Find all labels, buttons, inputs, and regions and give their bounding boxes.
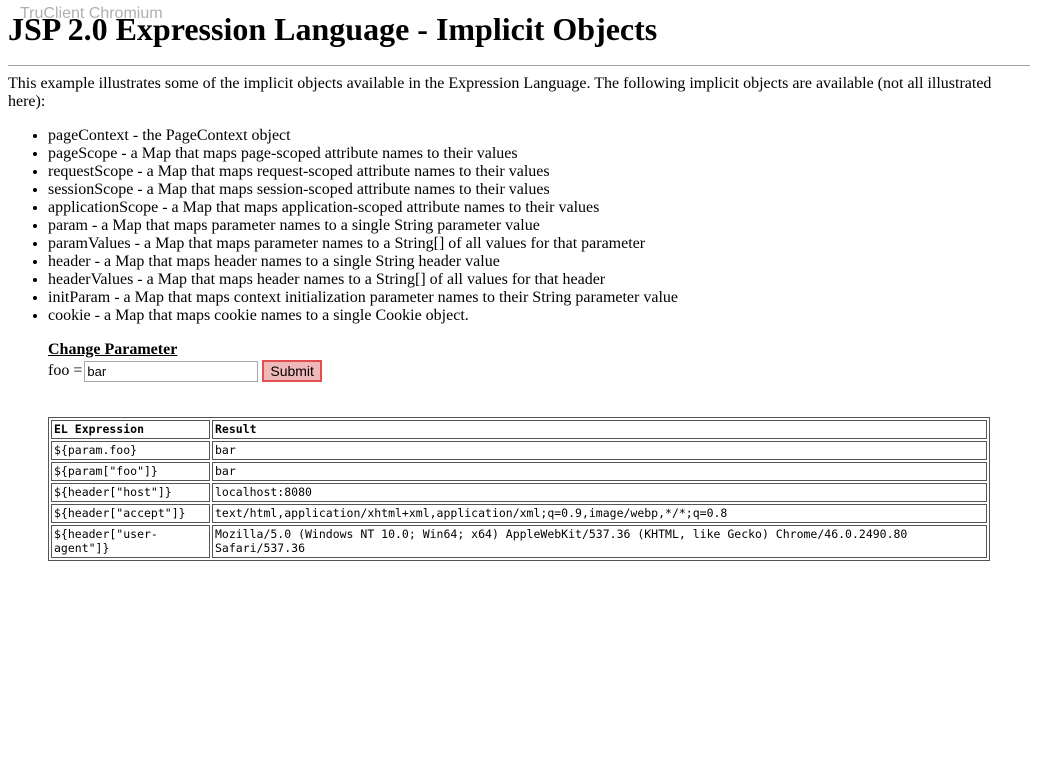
list-item: applicationScope - a Map that maps appli… bbox=[48, 199, 1030, 217]
intro-paragraph: This example illustrates some of the imp… bbox=[8, 75, 992, 110]
result-cell: text/html,application/xhtml+xml,applicat… bbox=[212, 504, 987, 523]
divider bbox=[8, 65, 1030, 66]
column-header-expression: EL Expression bbox=[51, 420, 210, 439]
table-row: ${param.foo} bar bbox=[51, 441, 987, 460]
table-header-row: EL Expression Result bbox=[51, 420, 987, 439]
list-item: header - a Map that maps header names to… bbox=[48, 253, 1030, 271]
foo-input[interactable] bbox=[84, 360, 259, 382]
table-row: ${header["accept"]} text/html,applicatio… bbox=[51, 504, 987, 523]
submit-button[interactable]: Submit bbox=[262, 360, 322, 382]
page-content: JSP 2.0 Expression Language - Implicit O… bbox=[0, 0, 1038, 561]
change-parameter-form: Change Parameter foo = Submit bbox=[48, 341, 1030, 383]
form-row: foo = Submit bbox=[48, 359, 1030, 383]
watermark-text: TruClient Chromium bbox=[20, 5, 163, 22]
list-item: cookie - a Map that maps cookie names to… bbox=[48, 307, 1030, 325]
expression-cell: ${header["accept"]} bbox=[51, 504, 210, 523]
foo-label: foo = bbox=[48, 362, 83, 379]
column-header-result: Result bbox=[212, 420, 987, 439]
result-cell: Mozilla/5.0 (Windows NT 10.0; Win64; x64… bbox=[212, 525, 987, 558]
result-cell: bar bbox=[212, 441, 987, 460]
result-cell: localhost:8080 bbox=[212, 483, 987, 502]
list-item: initParam - a Map that maps context init… bbox=[48, 289, 1030, 307]
list-item: pageScope - a Map that maps page-scoped … bbox=[48, 145, 1030, 163]
expression-cell: ${param["foo"]} bbox=[51, 462, 210, 481]
list-item: headerValues - a Map that maps header na… bbox=[48, 271, 1030, 289]
list-item: pageContext - the PageContext object bbox=[48, 127, 1030, 145]
expression-cell: ${param.foo} bbox=[51, 441, 210, 460]
expression-cell: ${header["host"]} bbox=[51, 483, 210, 502]
results-table: EL Expression Result ${param.foo} bar ${… bbox=[48, 417, 990, 561]
form-title: Change Parameter bbox=[48, 341, 178, 358]
table-row: ${header["host"]} localhost:8080 bbox=[51, 483, 987, 502]
table-row: ${param["foo"]} bar bbox=[51, 462, 987, 481]
list-item: sessionScope - a Map that maps session-s… bbox=[48, 181, 1030, 199]
result-cell: bar bbox=[212, 462, 987, 481]
list-item: param - a Map that maps parameter names … bbox=[48, 217, 1030, 235]
results-table-wrapper: EL Expression Result ${param.foo} bar ${… bbox=[48, 417, 1030, 561]
table-row: ${header["user-agent"]} Mozilla/5.0 (Win… bbox=[51, 525, 987, 558]
implicit-objects-list: pageContext - the PageContext object pag… bbox=[8, 127, 1030, 325]
expression-cell: ${header["user-agent"]} bbox=[51, 525, 210, 558]
list-item: requestScope - a Map that maps request-s… bbox=[48, 163, 1030, 181]
list-item: paramValues - a Map that maps parameter … bbox=[48, 235, 1030, 253]
